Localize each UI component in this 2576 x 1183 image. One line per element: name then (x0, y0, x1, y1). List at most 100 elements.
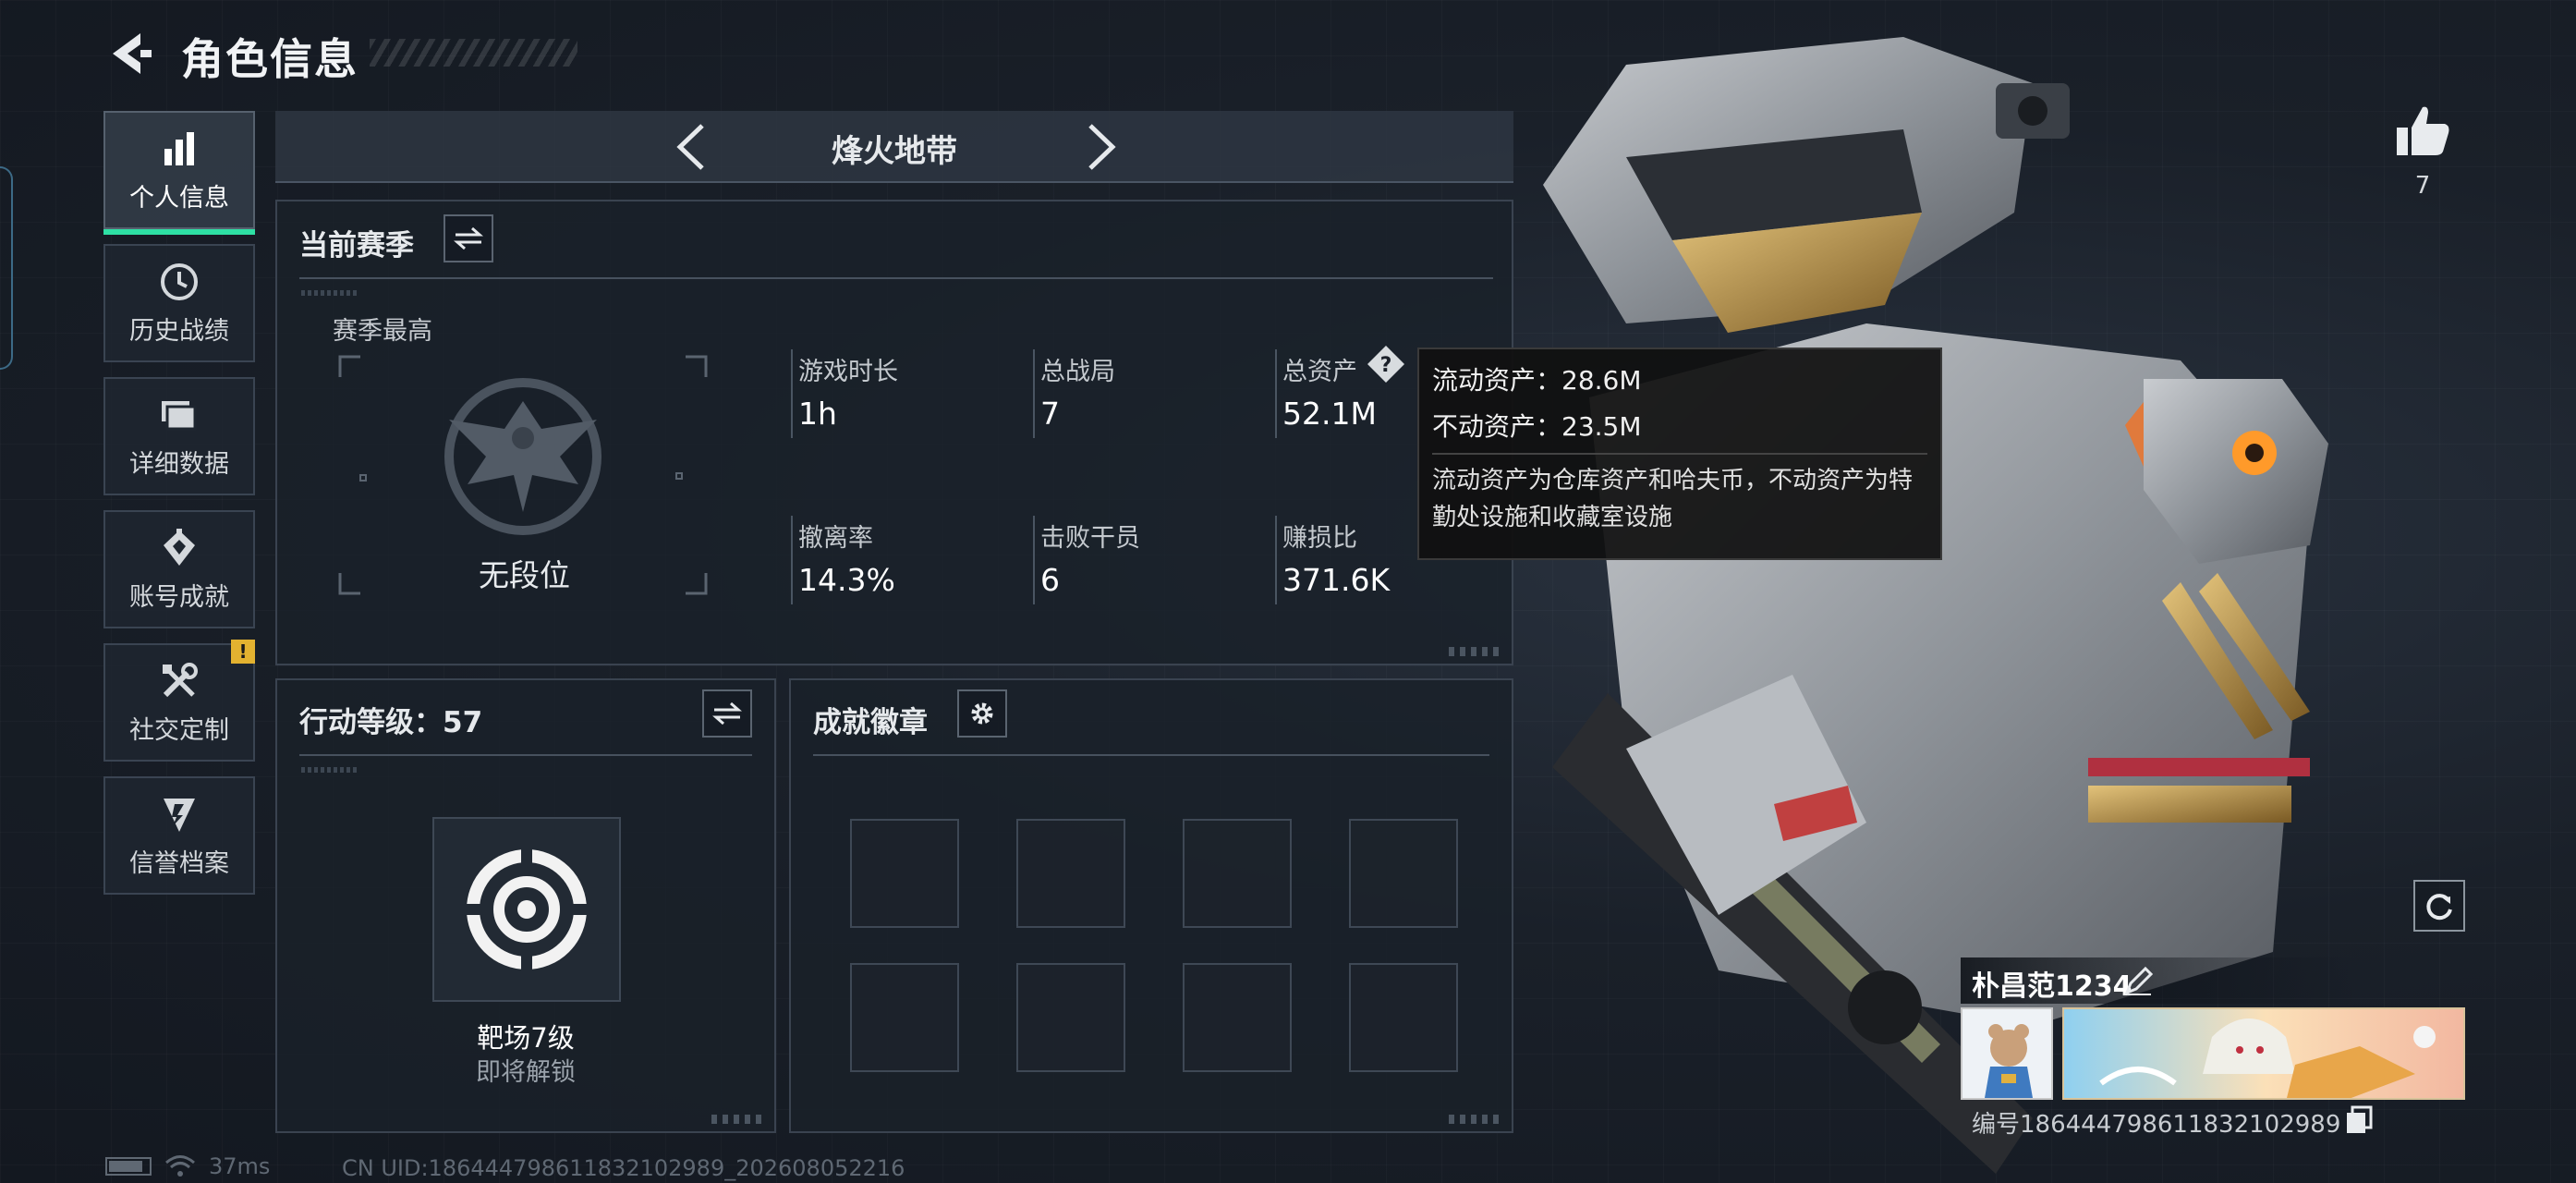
next-mode-button[interactable] (1077, 122, 1124, 172)
badge-slot[interactable] (850, 963, 959, 1072)
season-title: 当前赛季 (299, 229, 414, 262)
like-button[interactable] (2393, 102, 2452, 161)
status-bar: 37ms (105, 1153, 270, 1179)
target-icon (464, 847, 589, 972)
refresh-icon (2426, 894, 2452, 921)
badge-slot[interactable] (1183, 819, 1292, 928)
tooltip-description: 流动资产为仓库资产和哈夫币，不动资产为特勤处设施和收藏室设施 (1432, 467, 1914, 531)
sidebar-item-details[interactable]: 详细数据 (103, 377, 255, 495)
badge-slot[interactable] (850, 819, 959, 928)
sidebar-item-label: 历史战绩 (129, 316, 229, 346)
divider (1432, 453, 1927, 455)
achievement-icon (158, 527, 200, 569)
badge-slot[interactable] (1349, 963, 1458, 1072)
notification-badge: ! (231, 640, 255, 664)
ping-text: 37ms (209, 1153, 271, 1179)
sidebar-item-credit[interactable]: 信誉档案 (103, 776, 255, 895)
decoration (1449, 647, 1504, 656)
folder-icon (158, 394, 200, 436)
credit-icon (158, 793, 200, 835)
avatar-image (1962, 1009, 2051, 1098)
stat-label-matches: 总战局 (1040, 358, 1115, 386)
side-drawer-handle[interactable] (0, 166, 13, 370)
divider (1275, 516, 1277, 604)
season-panel: 当前赛季 赛季最高 无段位 游戏时长 1h 总战局 7 总资产 ? 52.1M … (275, 200, 1513, 665)
tooltip-liquid-assets: 流动资产：28.6M (1432, 365, 1642, 396)
title-decoration (370, 39, 577, 67)
gear-icon (971, 702, 993, 725)
thumbs-up-icon (2397, 106, 2449, 155)
like-count: 7 (2414, 172, 2431, 200)
divider (1033, 516, 1035, 604)
mode-title: 烽火地带 (832, 133, 957, 170)
badge-slot[interactable] (1016, 819, 1125, 928)
stat-label-assets: 总资产 (1282, 358, 1357, 386)
decoration (1449, 1115, 1504, 1124)
sidebar-item-label: 详细数据 (129, 449, 229, 479)
stat-label-kills: 击败干员 (1040, 524, 1140, 553)
divider (299, 754, 752, 756)
edit-name-button[interactable] (2123, 965, 2155, 996)
season-best-label: 赛季最高 (333, 317, 432, 346)
copy-icon (2347, 1105, 2373, 1133)
sidebar-item-achievements[interactable]: 账号成就 (103, 510, 255, 628)
sidebar-item-history[interactable]: 历史战绩 (103, 244, 255, 362)
mode-selector: 烽火地带 (275, 111, 1513, 183)
help-icon[interactable]: ? (1366, 344, 1406, 384)
stat-value-kills: 6 (1040, 562, 1060, 598)
sidebar-item-profile[interactable]: 个人信息 (103, 111, 255, 235)
sidebar-item-social[interactable]: ! 社交定制 (103, 640, 255, 762)
eagle-rank-icon (444, 378, 601, 535)
divider (299, 277, 1493, 279)
banner-image (2064, 1009, 2463, 1098)
avatar[interactable] (1961, 1007, 2053, 1100)
wifi-icon (165, 1155, 195, 1177)
player-id: 编号1864447986118321029​89 (1972, 1111, 2341, 1139)
back-arrow-icon (113, 33, 152, 74)
player-name-bar: 朴昌范1234 (1961, 957, 2358, 1004)
divider (791, 516, 793, 604)
stat-value-assets: 52.1M (1282, 396, 1377, 432)
svg-text:?: ? (1380, 354, 1392, 377)
profile-banner[interactable] (2062, 1007, 2465, 1100)
badge-title: 成就徽章 (813, 706, 928, 739)
level-switch-button[interactable] (702, 689, 752, 738)
level-name: 靶场7级 (477, 1022, 575, 1054)
sidebar-item-label: 社交定制 (129, 715, 229, 745)
swap-icon (454, 226, 483, 250)
bar-chart-icon (158, 128, 200, 170)
stat-label-extract-rate: 撤离率 (798, 524, 873, 553)
sidebar-item-label: 账号成就 (129, 582, 229, 612)
level-panel: 行动等级：57 靶场7级 即将解锁 (275, 678, 776, 1133)
chevron-right-icon (1088, 124, 1116, 170)
sidebar-nav: 个人信息 历史战绩 详细数据 账号成就 ! 社交定制 信誉档案 (103, 111, 257, 909)
tooltip-fixed-assets: 不动资产：23.5M (1432, 411, 1642, 442)
level-title: 行动等级：57 (299, 706, 483, 739)
swap-icon (712, 701, 742, 726)
page-title: 角色信息 (181, 34, 358, 84)
divider (813, 754, 1489, 756)
sidebar-item-label: 个人信息 (129, 183, 229, 213)
refresh-button[interactable] (2413, 880, 2465, 932)
season-switch-button[interactable] (444, 214, 493, 262)
level-status: 即将解锁 (476, 1058, 576, 1087)
stat-value-matches: 7 (1040, 396, 1060, 432)
divider (791, 349, 793, 438)
stat-value-playtime: 1h (798, 396, 837, 432)
badge-panel: 成就徽章 (789, 678, 1513, 1133)
copy-id-button[interactable] (2345, 1105, 2373, 1135)
sidebar-item-label: 信誉档案 (129, 848, 229, 878)
decoration (301, 290, 357, 296)
stat-value-profit-ratio: 371.6K (1282, 562, 1391, 598)
badge-slot[interactable] (1183, 963, 1292, 1072)
decoration (711, 1115, 767, 1124)
player-name: 朴昌范1234 (1972, 970, 2132, 1003)
back-button[interactable] (103, 26, 159, 81)
clock-icon (158, 261, 200, 303)
badge-settings-button[interactable] (957, 689, 1007, 738)
badge-slot[interactable] (1016, 963, 1125, 1072)
divider (1275, 349, 1277, 438)
shooting-range-icon-box[interactable] (432, 817, 621, 1002)
badge-slot[interactable] (1349, 819, 1458, 928)
pencil-icon (2124, 966, 2154, 995)
